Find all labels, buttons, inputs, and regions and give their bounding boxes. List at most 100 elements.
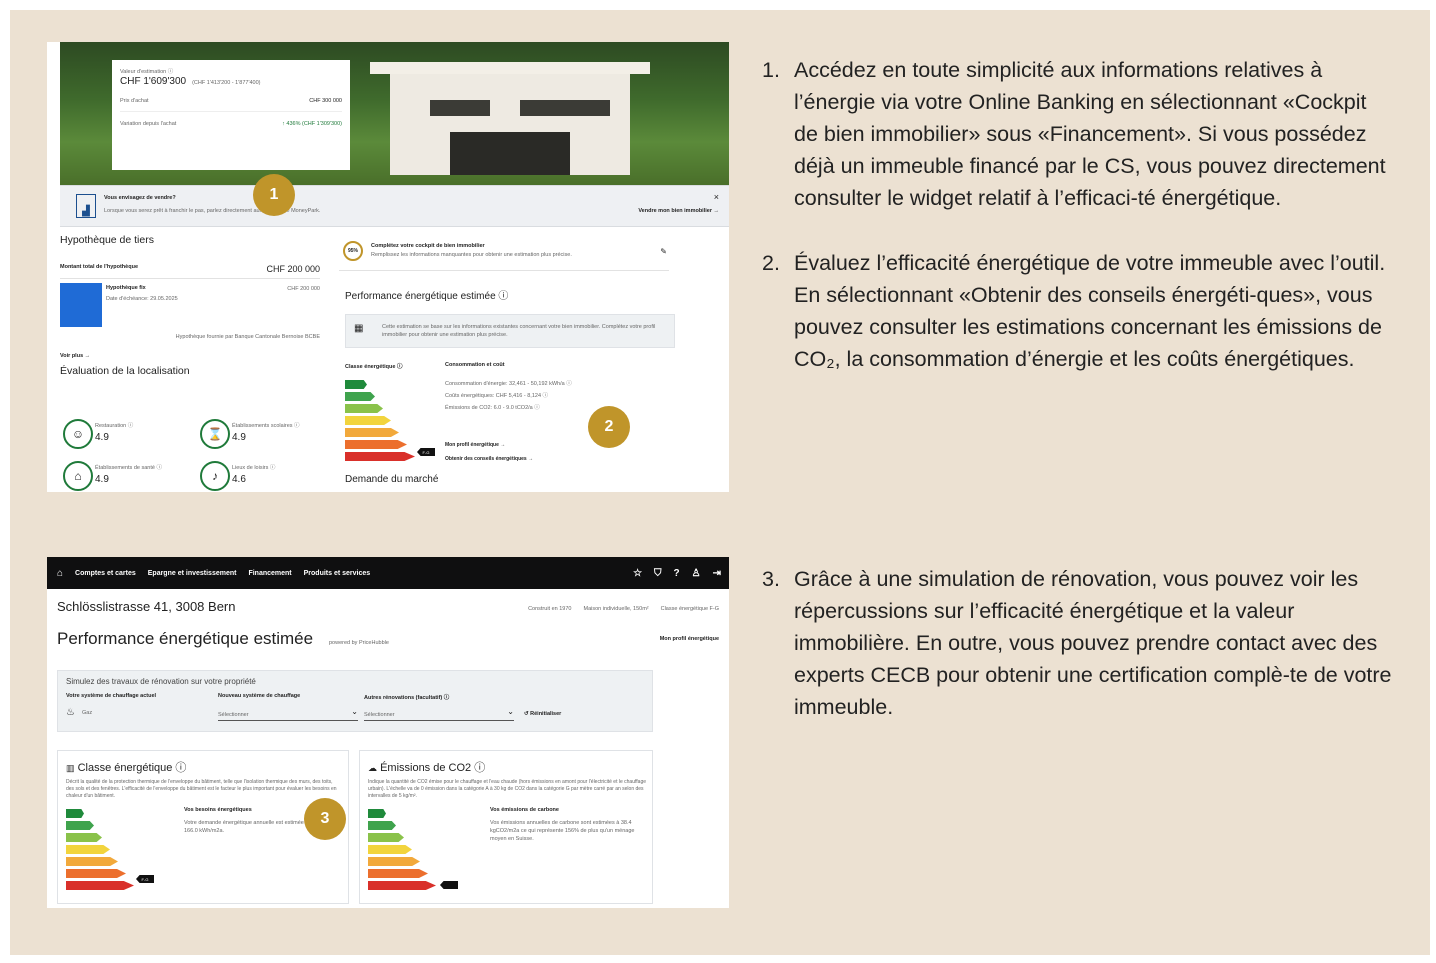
purchase-label: Prix d'achat: [120, 98, 149, 104]
edit-icon[interactable]: ✎: [660, 247, 667, 256]
property-photo: Valeur d'estimation ⓘ CHF 1'609'300 (CHF…: [60, 42, 729, 185]
energy-profile-link[interactable]: Mon profil énergétique →: [445, 442, 505, 448]
class-indicator: F-G: [136, 875, 154, 883]
mortgage-provider: Hypothèque fournie par Banque Cantonale …: [175, 334, 320, 340]
class-bar-d: [345, 416, 391, 425]
co2-indicator: [440, 881, 458, 889]
close-icon[interactable]: ×: [714, 192, 719, 202]
health-icon: ⌂: [63, 461, 93, 491]
co2-title-text: Émissions de CO2 ⓘ: [380, 762, 486, 774]
estimate-card: Valeur d'estimation ⓘ CHF 1'609'300 (CHF…: [112, 60, 350, 170]
mortgage-section: Hypothèque de tiers Montant total de l'h…: [60, 234, 320, 377]
screenshot-renovation-simulator: ⌂ Comptes et cartes Epargne et investiss…: [47, 557, 729, 908]
sell-banner: ▟ Vous envisagez de vendre? Lorsque vous…: [60, 185, 729, 227]
complete-cockpit-card[interactable]: 95% Complétez votre cockpit de bien immo…: [339, 237, 669, 271]
home-icon[interactable]: ⌂: [57, 568, 63, 579]
estimate-info-text: Cette estimation se base sur les informa…: [382, 324, 656, 338]
reset-button[interactable]: ↺ Réinitialiser: [524, 711, 561, 717]
energy-needs-text: Votre demande énergétique annuelle est e…: [184, 820, 309, 834]
market-demand-title: Demande du marché: [345, 474, 439, 485]
energy-perf-title: Performance énergétique estimée ⓘ: [345, 291, 509, 302]
step-item-1: 1. Accédez en toute simplicité aux infor…: [762, 54, 1392, 214]
class-bar-a: [66, 809, 84, 818]
page-background: Valeur d'estimation ⓘ CHF 1'609'300 (CHF…: [10, 10, 1430, 955]
energy-profile-link[interactable]: Mon profil énergétique: [660, 636, 719, 642]
loc-value-restaurant: 4.9: [95, 432, 109, 443]
nav-financement[interactable]: Financement: [248, 570, 291, 577]
energy-class-label: Classe énergétique ⓘ: [345, 364, 403, 370]
loc-label-leisure: Lieux de loisirs ⓘ: [232, 465, 276, 471]
mortgage-title: Hypothèque de tiers: [60, 234, 154, 246]
nav-produits[interactable]: Produits et services: [304, 570, 371, 577]
step-number: 1.: [762, 58, 780, 82]
school-icon: ⌛: [200, 419, 230, 449]
property-address: Schlösslistrasse 41, 3008 Bern: [57, 599, 236, 614]
screenshot-property-cockpit: Valeur d'estimation ⓘ CHF 1'609'300 (CHF…: [47, 42, 729, 492]
class-bar-c: [345, 404, 383, 413]
class-bar-g: [66, 881, 134, 890]
mortgage-total-label: Montant total de l'hypothèque: [60, 264, 138, 270]
step-badge-1: 1: [253, 174, 295, 216]
loc-label-health: Établissements de santé ⓘ: [95, 465, 162, 471]
powered-by: powered by PriceHubble: [329, 640, 389, 646]
co2-desc: Indique la quantité de CO2 émise pour le…: [368, 779, 647, 799]
step-number: 2.: [762, 251, 780, 275]
new-heating-select[interactable]: Sélectionner ⌄: [218, 707, 358, 721]
consumption-line-3: Émissions de CO2: 6.0 - 9.0 tCO2/a ⓘ: [445, 405, 540, 411]
logout-icon[interactable]: ⇥: [713, 568, 721, 579]
nav-comptes[interactable]: Comptes et cartes: [75, 570, 136, 577]
mortgage-total-value: CHF 200 000: [266, 264, 320, 274]
energy-class-desc: Décrit la qualité de la protection therm…: [66, 779, 337, 799]
co2-title: ☁ Émissions de CO2 ⓘ: [368, 759, 485, 775]
energy-advice-link[interactable]: Obtenir des conseils énergétiques →: [445, 456, 533, 462]
loc-label-restaurant: Restauration ⓘ: [95, 423, 134, 429]
gas-icon: ♨: [66, 707, 75, 718]
cloud-icon: ☁: [368, 763, 377, 773]
change-value: ↑ 436% (CHF 1'309'300): [282, 121, 342, 127]
see-more-link[interactable]: Voir plus →: [60, 353, 320, 359]
co2-bar-f: [368, 869, 428, 878]
user-icon[interactable]: ♙: [692, 568, 701, 579]
step-number: 3.: [762, 567, 780, 591]
help-icon[interactable]: ?: [674, 568, 680, 579]
class-bar-e: [66, 857, 118, 866]
new-heating-label: Nouveau système de chauffage: [218, 693, 301, 699]
current-heating-value: Gaz: [82, 710, 93, 716]
class-bar-b: [345, 392, 375, 401]
star-icon[interactable]: ☆: [633, 568, 642, 579]
nav-epargne[interactable]: Epargne et investissement: [148, 570, 237, 577]
steps-list-bottom: 3. Grâce à une simulation de rénovation,…: [762, 563, 1392, 723]
simulation-panel: Simulez des travaux de rénovation sur vo…: [57, 670, 653, 732]
consumption-title: Consommation et coût: [445, 362, 505, 368]
co2-bar-g: [368, 881, 436, 890]
consumption-line-1: Consommation d'énergie: 32,461 - 50,192 …: [445, 381, 572, 387]
sell-link[interactable]: Vendre mon bien immobilier →: [638, 208, 719, 214]
current-heating-label: Votre système de chauffage actuel: [66, 693, 157, 699]
step-text: Accédez en toute simplicité aux informat…: [794, 58, 1386, 210]
class-bar-g: [345, 452, 415, 461]
class-bar-b: [66, 821, 94, 830]
loc-value-health: 4.9: [95, 474, 109, 485]
leisure-icon: ♪: [200, 461, 230, 491]
other-renovations-label: Autres rénovations (facultatif) ⓘ: [364, 695, 450, 701]
energy-needs-title: Vos besoins énergétiques: [184, 807, 252, 813]
energy-class-title: ▥ Classe énergétique ⓘ: [66, 759, 186, 775]
co2-bar-b: [368, 821, 396, 830]
shield-icon[interactable]: ⛉: [654, 568, 662, 579]
step-badge-3: 3: [304, 798, 346, 840]
chart-icon: ▟: [76, 194, 96, 218]
estimate-label: Valeur d'estimation ⓘ: [120, 69, 174, 75]
step-text: Grâce à une simulation de rénovation, vo…: [794, 567, 1392, 719]
banner-title: Vous envisagez de vendre?: [104, 195, 176, 201]
loc-value-leisure: 4.6: [232, 474, 246, 485]
purchase-value: CHF 300 000: [309, 98, 342, 104]
change-label: Variation depuis l'achat: [120, 121, 177, 127]
other-renovations-select[interactable]: Sélectionner ⌄: [364, 707, 514, 721]
complete-text: Remplissez les informations manquantes p…: [371, 252, 572, 258]
step-item-3: 3. Grâce à une simulation de rénovation,…: [762, 563, 1392, 723]
co2-card: ☁ Émissions de CO2 ⓘ Indique la quantité…: [359, 750, 653, 904]
new-heating-value: Sélectionner: [218, 712, 249, 718]
info-grid-icon: ▦: [354, 323, 364, 334]
co2-bar-e: [368, 857, 420, 866]
class-bar-e: [345, 428, 399, 437]
